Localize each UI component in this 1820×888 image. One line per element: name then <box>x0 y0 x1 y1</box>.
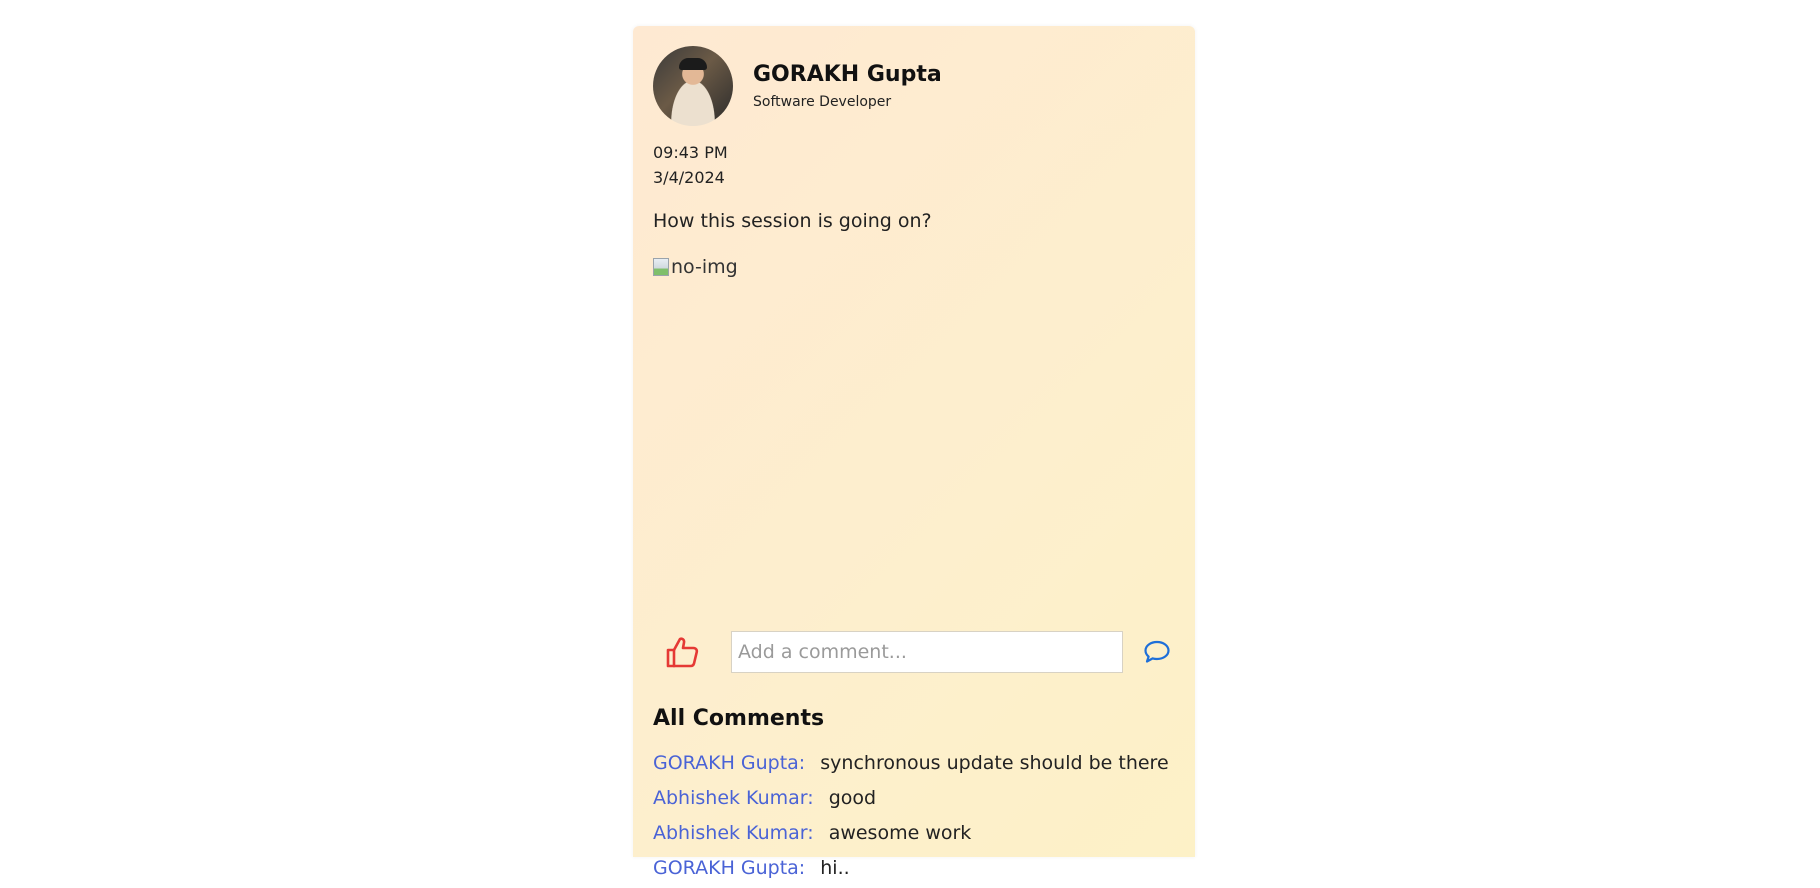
speech-bubble-icon <box>1144 640 1170 663</box>
post-time: 09:43 PM <box>653 143 728 162</box>
comment-text: hi.. <box>820 857 850 879</box>
post-actions <box>653 630 1175 674</box>
comment-input[interactable] <box>731 631 1123 673</box>
author-name[interactable]: GORAKH Gupta <box>753 61 942 89</box>
list-item: Abhishek Kumar: awesome work <box>653 818 1175 853</box>
thumbs-up-icon <box>666 637 699 668</box>
like-button[interactable] <box>653 630 711 674</box>
comment-author[interactable]: GORAKH Gupta: <box>653 752 805 774</box>
author-role: Software Developer <box>753 94 892 110</box>
comment-author[interactable]: GORAKH Gupta: <box>653 857 805 879</box>
author-identity: GORAKH Gupta Software Developer <box>753 61 942 111</box>
post-image: no-img <box>653 256 738 278</box>
post-date: 3/4/2024 <box>653 168 725 187</box>
post-timestamp: 09:43 PM 3/4/2024 <box>653 140 728 190</box>
comment-text: synchronous update should be there <box>820 752 1169 774</box>
post-author: GORAKH Gupta Software Developer <box>653 46 942 126</box>
post-image-alt: no-img <box>671 256 738 278</box>
post-card: GORAKH Gupta Software Developer 09:43 PM… <box>633 26 1195 879</box>
list-item: GORAKH Gupta: hi.. <box>653 853 1175 888</box>
broken-image-icon <box>653 258 669 276</box>
comments-heading: All Comments <box>653 706 825 731</box>
avatar-hair <box>679 58 707 70</box>
post-text: How this session is going on? <box>653 210 932 232</box>
avatar[interactable] <box>653 46 733 126</box>
comment-author[interactable]: Abhishek Kumar: <box>653 787 814 809</box>
comment-text: good <box>828 787 877 809</box>
list-item: Abhishek Kumar: good <box>653 783 1175 818</box>
comment-author[interactable]: Abhishek Kumar: <box>653 822 814 844</box>
comment-text: awesome work <box>828 822 972 844</box>
comments-list: GORAKH Gupta: synchronous update should … <box>653 748 1175 888</box>
list-item: GORAKH Gupta: synchronous update should … <box>653 748 1175 783</box>
post-comment-button[interactable] <box>1139 634 1175 670</box>
